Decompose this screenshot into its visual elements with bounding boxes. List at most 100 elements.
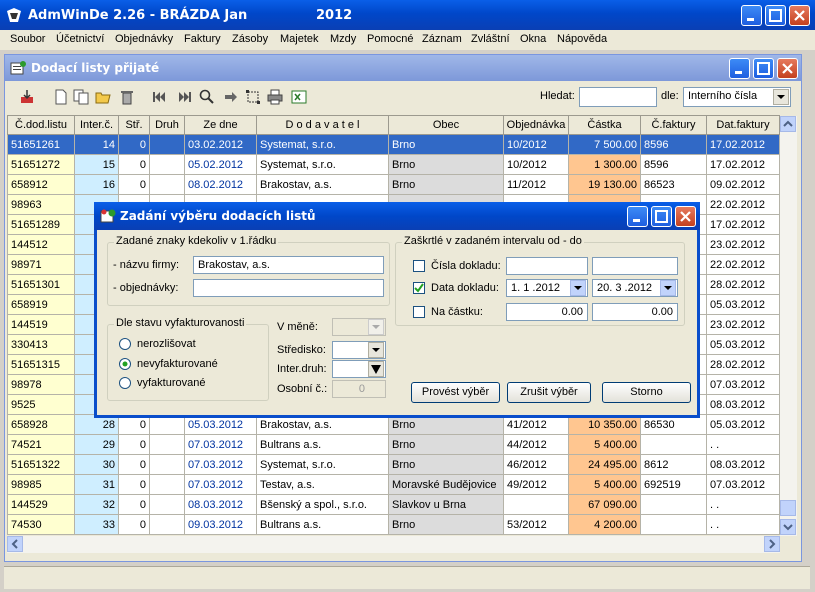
select-range-icon[interactable] bbox=[245, 89, 261, 105]
inter-type-select[interactable] bbox=[332, 360, 386, 378]
doc-date-checkbox[interactable] bbox=[413, 282, 425, 294]
menu-pomocne[interactable]: Pomocné bbox=[367, 33, 413, 45]
table-cell: 4 200.00 bbox=[568, 514, 641, 535]
app-title-bar[interactable]: AdmWinDe 2.26 - BRÁZDA Jan 2012 bbox=[0, 0, 815, 30]
column-header[interactable]: Částka bbox=[568, 115, 641, 135]
date-from-dropdown[interactable] bbox=[570, 280, 586, 296]
arrow-right-icon[interactable] bbox=[223, 89, 239, 105]
table-row[interactable]: 51651272 15 0 05.02.2012 Systemat, s.r.o. Brn… bbox=[7, 154, 780, 175]
menu-objednavky[interactable]: Objednávky bbox=[115, 33, 173, 45]
dialog-minimize-button[interactable] bbox=[627, 206, 648, 227]
currency-select[interactable] bbox=[332, 318, 386, 336]
column-header[interactable]: Ze dne bbox=[184, 115, 257, 135]
storno-button[interactable]: Storno bbox=[602, 382, 691, 403]
column-header[interactable]: Stř. bbox=[118, 115, 150, 135]
radio-invoiced[interactable] bbox=[119, 377, 131, 389]
amount-from[interactable]: 0.00 bbox=[506, 303, 588, 321]
exit-icon[interactable] bbox=[19, 89, 35, 105]
child-maximize-button[interactable] bbox=[753, 58, 774, 79]
table-cell: Brakostav, a.s. bbox=[256, 174, 389, 195]
search-input[interactable] bbox=[579, 87, 657, 107]
date-from-input[interactable]: 1. 1 .2012 bbox=[506, 279, 588, 297]
menu-ucetnictvi[interactable]: Účetnictví bbox=[56, 33, 104, 45]
vertical-scrollbar[interactable] bbox=[780, 116, 797, 536]
doc-number-to[interactable] bbox=[592, 257, 678, 275]
table-row[interactable]: 51651261 14 0 03.02.2012 Systemat, s.r.o. Brn… bbox=[7, 134, 780, 155]
table-cell: 29 bbox=[74, 434, 119, 455]
table-cell: 08.03.2012 bbox=[706, 454, 780, 475]
personal-number-label: Osobní č.: bbox=[277, 383, 328, 395]
firm-input[interactable]: Brakostav, a.s. bbox=[193, 256, 384, 274]
search-icon[interactable] bbox=[199, 89, 215, 105]
dialog-maximize-button[interactable] bbox=[651, 206, 672, 227]
new-document-icon[interactable] bbox=[53, 89, 69, 105]
menu-napoveda[interactable]: Nápověda bbox=[557, 33, 607, 45]
search-by-select[interactable]: Interního čísla bbox=[683, 87, 791, 107]
cancel-selection-button[interactable]: Zrušit výběr bbox=[507, 382, 591, 403]
table-cell: 03.02.2012 bbox=[184, 134, 257, 155]
table-cell: Systemat, s.r.o. bbox=[256, 134, 389, 155]
app-year: 2012 bbox=[316, 8, 353, 23]
menu-mzdy[interactable]: Mzdy bbox=[330, 33, 356, 45]
radio-no-distinction[interactable] bbox=[119, 338, 131, 350]
menu-okna[interactable]: Okna bbox=[520, 33, 546, 45]
table-row[interactable]: 74530 33 0 09.03.2012 Bultrans a.s. Brno 53/20… bbox=[7, 514, 780, 535]
maximize-button[interactable] bbox=[765, 5, 786, 26]
menu-zasoby[interactable]: Zásoby bbox=[232, 33, 268, 45]
column-header[interactable]: Inter.č. bbox=[74, 115, 119, 135]
dialog-title-bar[interactable]: Zadání výběru dodacích listů bbox=[94, 202, 700, 230]
order-input[interactable] bbox=[193, 279, 384, 297]
column-header[interactable]: Objednávka bbox=[503, 115, 569, 135]
date-to-dropdown[interactable] bbox=[660, 280, 676, 296]
minimize-button[interactable] bbox=[741, 5, 762, 26]
table-row[interactable]: 74521 29 0 07.03.2012 Bultrans a.s. Brno 44/20… bbox=[7, 434, 780, 455]
menu-majetek[interactable]: Majetek bbox=[280, 33, 319, 45]
column-header[interactable]: Dat.faktury bbox=[706, 115, 780, 135]
amount-checkbox[interactable] bbox=[413, 306, 425, 318]
center-select[interactable] bbox=[332, 341, 386, 359]
menu-soubor[interactable]: Soubor bbox=[10, 33, 45, 45]
apply-selection-button[interactable]: Provést výběr bbox=[411, 382, 500, 403]
column-header[interactable]: Druh bbox=[149, 115, 185, 135]
open-folder-icon[interactable] bbox=[95, 89, 111, 105]
doc-number-checkbox[interactable] bbox=[413, 260, 425, 272]
excel-export-icon[interactable] bbox=[291, 89, 307, 105]
table-row[interactable]: 51651322 30 0 07.03.2012 Systemat, s.r.o. Brn… bbox=[7, 454, 780, 475]
table-row[interactable]: 658912 16 0 08.02.2012 Brakostav, a.s. Brno 11… bbox=[7, 174, 780, 195]
first-record-icon[interactable] bbox=[151, 89, 167, 105]
child-close-button[interactable] bbox=[777, 58, 798, 79]
horizontal-scrollbar[interactable] bbox=[7, 536, 780, 553]
column-header[interactable]: Č.faktury bbox=[640, 115, 707, 135]
copy-icon[interactable] bbox=[73, 89, 89, 105]
radio-not-invoiced[interactable] bbox=[119, 358, 131, 370]
menu-zvlastni[interactable]: Zvláštní bbox=[471, 33, 510, 45]
child-title-bar[interactable]: Dodací listy přijaté bbox=[5, 55, 801, 81]
menu-zaznam[interactable]: Záznam bbox=[422, 33, 462, 45]
table-row[interactable]: 98985 31 0 07.03.2012 Testav, a.s. Moravské B… bbox=[7, 474, 780, 495]
child-minimize-button[interactable] bbox=[729, 58, 750, 79]
doc-number-from[interactable] bbox=[506, 257, 588, 275]
column-header[interactable]: D o d a v a t e l bbox=[256, 115, 389, 135]
amount-to[interactable]: 0.00 bbox=[592, 303, 678, 321]
date-to-input[interactable]: 20. 3 .2012 bbox=[592, 279, 678, 297]
last-record-icon[interactable] bbox=[177, 89, 193, 105]
table-cell: Bultrans a.s. bbox=[256, 434, 389, 455]
column-header[interactable]: Č.dod.listu bbox=[7, 115, 75, 135]
currency-dropdown[interactable] bbox=[368, 319, 384, 335]
scroll-thumb[interactable] bbox=[780, 500, 796, 516]
inter-type-dropdown[interactable] bbox=[368, 361, 384, 377]
scroll-left-button[interactable] bbox=[7, 536, 23, 552]
column-header[interactable]: Obec bbox=[388, 115, 504, 135]
personal-number-input[interactable]: 0 bbox=[332, 380, 386, 398]
center-dropdown[interactable] bbox=[368, 342, 384, 358]
dialog-close-button[interactable] bbox=[675, 206, 696, 227]
delete-icon[interactable] bbox=[119, 89, 135, 105]
scroll-right-button[interactable] bbox=[764, 536, 780, 552]
menu-faktury[interactable]: Faktury bbox=[184, 33, 221, 45]
scroll-up-button[interactable] bbox=[780, 116, 796, 132]
scroll-down-button[interactable] bbox=[780, 519, 796, 535]
print-icon[interactable] bbox=[267, 89, 283, 105]
table-row[interactable]: 144529 32 0 08.03.2012 Bšenský a spol., s.r.… bbox=[7, 494, 780, 515]
search-by-dropdown[interactable] bbox=[773, 89, 789, 105]
close-button[interactable] bbox=[789, 5, 810, 26]
